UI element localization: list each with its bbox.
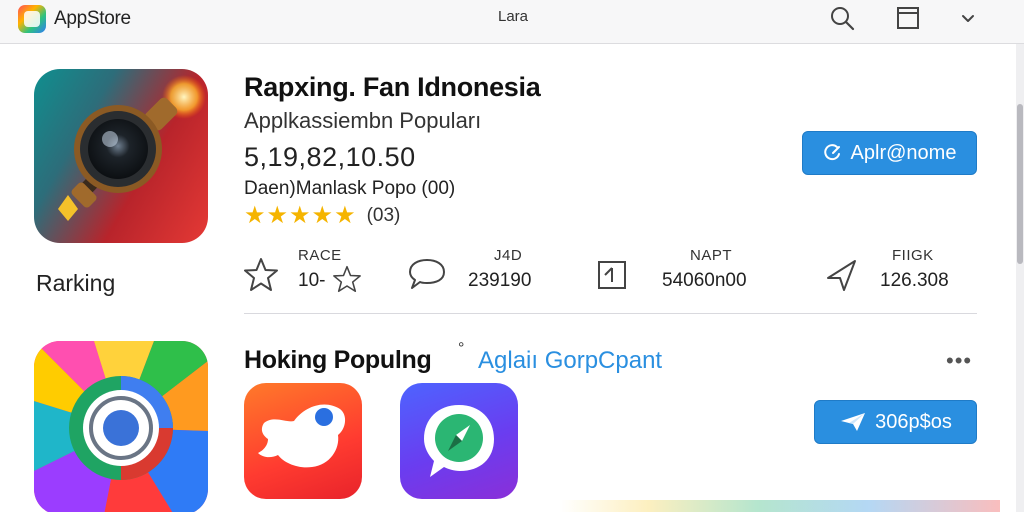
small-star-icon: [333, 265, 361, 293]
window-icon: [897, 7, 919, 29]
stat-head-fiigk: FIIGK: [892, 247, 934, 264]
star-filled-icon: ★: [311, 202, 334, 229]
stat-head-napt: NAPT: [690, 247, 733, 264]
camera-lens-icon: [58, 75, 206, 221]
app-developer[interactable]: Daen)Manlask Popo (00): [244, 178, 455, 200]
stat-head-race: RACE: [298, 247, 342, 264]
app-tile-compass[interactable]: [400, 383, 518, 499]
star-filled-icon: ★: [244, 202, 266, 229]
chat-bubble-icon[interactable]: [406, 256, 448, 294]
star-filled-icon: ★: [289, 202, 311, 229]
featured-app-icon[interactable]: [34, 69, 208, 243]
plane-icon: [841, 413, 866, 431]
section-dot: °: [458, 340, 465, 357]
app-tile-bird[interactable]: [244, 383, 362, 499]
app-price: 5,19,82,10.50: [244, 142, 416, 172]
window-title: Lara: [498, 8, 529, 25]
stat-value-napt: 54060n00: [662, 270, 747, 291]
search-icon: [831, 7, 855, 31]
scroll-thumb[interactable]: [1017, 104, 1023, 264]
app-title: Rapxing. Fan Idnonesia: [244, 72, 541, 102]
section-title: Hoking Populng: [244, 346, 432, 374]
chevron-down-icon: [962, 15, 974, 22]
more-options-icon[interactable]: •••: [946, 348, 972, 374]
window-button[interactable]: [888, 0, 928, 36]
title-bar: AppStore Lara: [0, 0, 1024, 44]
stat-value-fiigk: 126.308: [880, 270, 949, 291]
rating-count: (03): [366, 205, 401, 226]
brand[interactable]: AppStore: [18, 5, 131, 33]
brand-name: AppStore: [54, 8, 131, 29]
scrollbar[interactable]: [1016, 44, 1024, 512]
secondary-button-label: 306p$os: [875, 410, 952, 433]
bird-app-icon: [258, 404, 346, 468]
compass-app-icon: [424, 405, 494, 477]
ranking-label: Rarking: [36, 270, 116, 296]
search-button[interactable]: [822, 0, 862, 36]
partial-app-row: [560, 500, 1000, 512]
navigation-arrow-icon[interactable]: [822, 256, 860, 294]
stat-head-downloads: J4D: [494, 247, 523, 264]
rating-stars: ★ ★ ★ ★ ★ (03): [244, 204, 400, 228]
app-store-logo-icon: [18, 5, 46, 33]
divider: [244, 313, 977, 314]
open-button[interactable]: Aplr@nome: [802, 131, 977, 175]
dropdown-button[interactable]: [948, 0, 988, 36]
plus-box-icon[interactable]: [596, 256, 628, 294]
open-button-label: Aplr@nome: [850, 141, 957, 164]
stat-value-downloads: 239190: [468, 270, 532, 291]
secondary-action-button[interactable]: 306p$os: [814, 400, 977, 444]
stat-value-race: 10-: [298, 270, 326, 291]
star-icon[interactable]: [242, 256, 280, 294]
star-filled-icon: ★: [334, 202, 356, 229]
second-app-icon[interactable]: [34, 341, 208, 512]
section-link[interactable]: Aglaiı GorpCpant: [478, 347, 662, 375]
app-subtitle: Applkassiembn Popuları: [244, 108, 482, 133]
color-wheel-icon: [34, 341, 208, 512]
open-link-icon: [823, 144, 840, 161]
star-filled-icon: ★: [266, 202, 289, 229]
